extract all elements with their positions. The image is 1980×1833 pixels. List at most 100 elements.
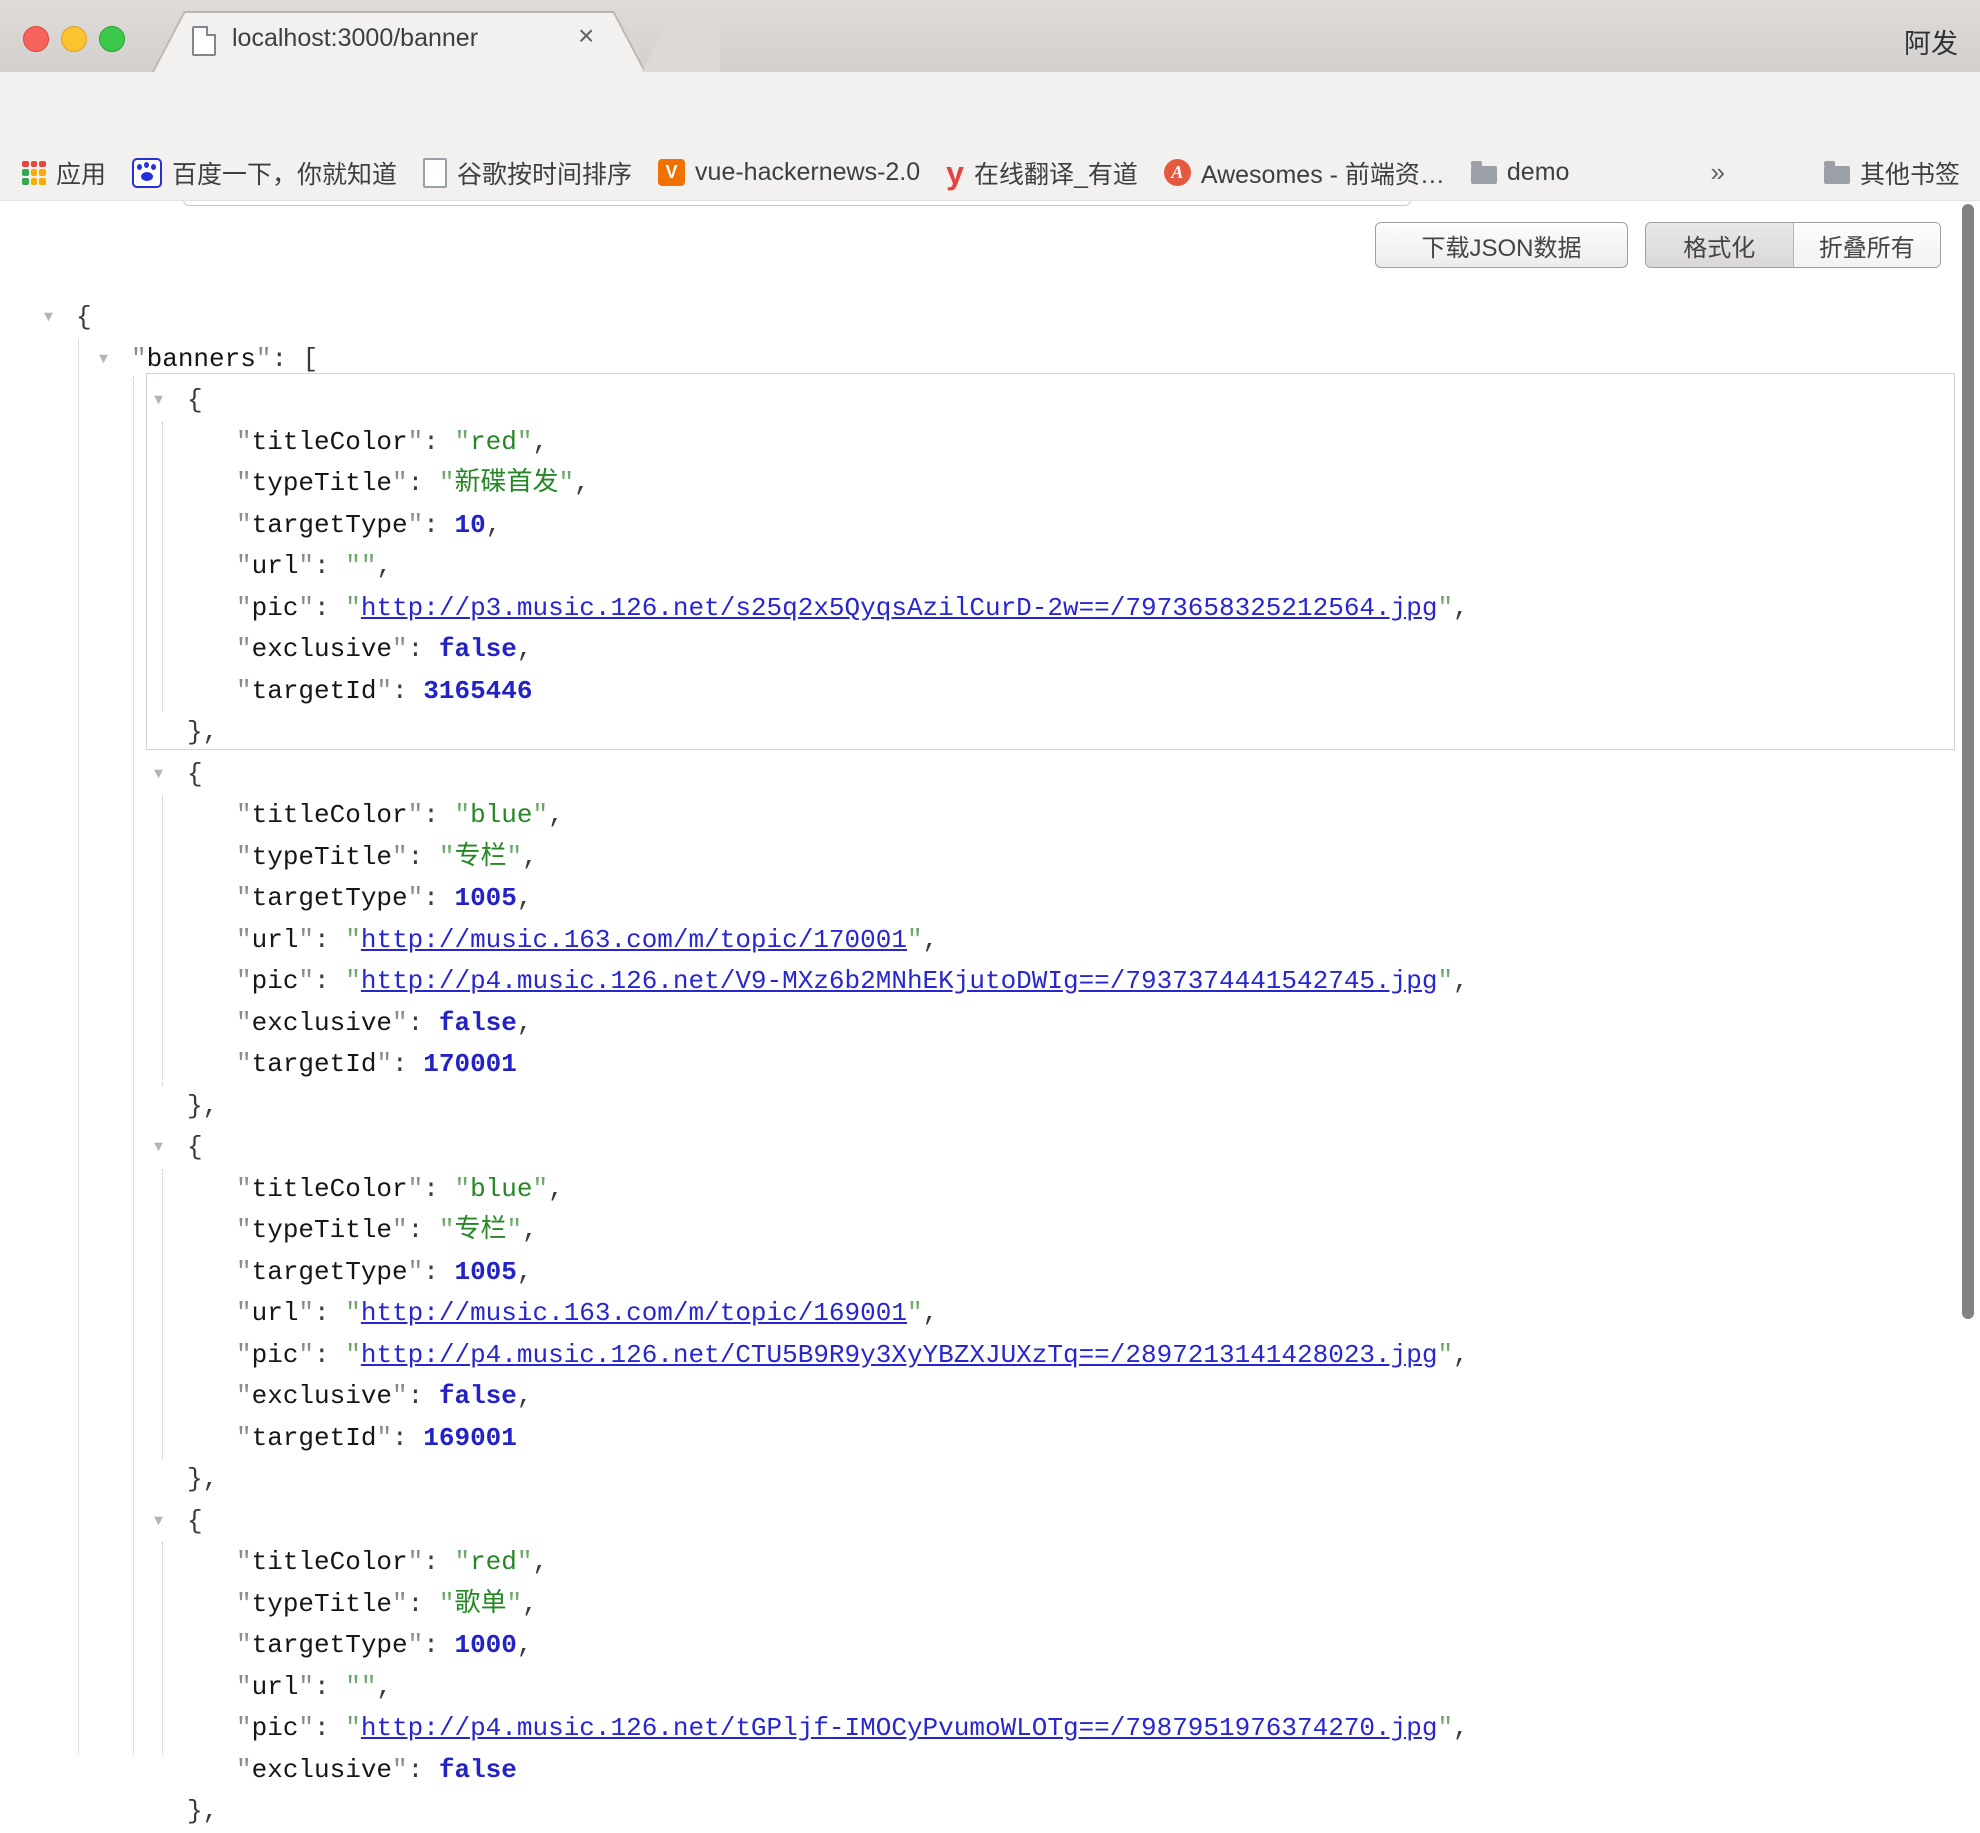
close-tab-icon[interactable]: × (578, 22, 594, 50)
json-property-line: "targetType": 1005, (0, 1252, 1980, 1294)
json-link[interactable]: http://music.163.com/m/topic/170001 (361, 925, 907, 955)
json-token: " (408, 510, 424, 540)
json-token: }, (187, 1796, 218, 1826)
json-property-line: "targetType": 1000, (0, 1625, 1980, 1667)
bookmark-awesomes[interactable]: A Awesomes - 前端资… (1164, 155, 1445, 191)
minimize-window-button[interactable] (61, 26, 87, 52)
bookmark-google-sort[interactable]: 谷歌按时间排序 (423, 155, 632, 191)
json-value-string: red (470, 1547, 517, 1577)
json-token: " (236, 1049, 252, 1079)
bookmark-label: demo (1507, 158, 1570, 187)
collapse-toggle-icon[interactable]: ▼ (154, 1127, 163, 1169)
format-button[interactable]: 格式化 (1646, 223, 1794, 267)
json-token: " (454, 1547, 470, 1577)
json-token: { (187, 1132, 203, 1162)
json-link[interactable]: http://p4.music.126.net/CTU5B9R9y3XyYBZX… (361, 1340, 1438, 1370)
json-token: , (548, 1174, 564, 1204)
view-mode-group: 格式化 折叠所有 (1645, 222, 1941, 268)
json-key: pic (252, 593, 299, 623)
json-key: typeTitle (252, 1215, 392, 1245)
other-bookmarks[interactable]: 其他书签 (1824, 155, 1960, 191)
json-token: " (392, 842, 408, 872)
json-property-line: "typeTitle": "专栏", (0, 1210, 1980, 1252)
json-token: " (439, 468, 455, 498)
json-token: " (236, 1423, 252, 1453)
json-value-number: 1005 (454, 883, 516, 913)
json-key: url (252, 551, 299, 581)
json-token: , (522, 842, 538, 872)
json-token: " (236, 925, 252, 955)
json-object-open: ▼{ (0, 754, 1980, 796)
json-key: typeTitle (252, 842, 392, 872)
json-token: " (298, 1340, 314, 1370)
json-token: " (907, 925, 923, 955)
json-token: " (236, 1589, 252, 1619)
json-tree: ▼{▼"banners": [▼{"titleColor": "red","ty… (0, 297, 1980, 1833)
folder-icon (1824, 166, 1850, 184)
new-tab-button[interactable] (642, 14, 720, 72)
json-link[interactable]: http://p4.music.126.net/V9-MXz6b2MNhEKju… (361, 966, 1438, 996)
json-token: " (408, 1547, 424, 1577)
collapse-toggle-icon[interactable]: ▼ (154, 1501, 163, 1543)
json-token: : (408, 468, 439, 498)
bookmark-demo-folder[interactable]: demo (1471, 158, 1570, 187)
json-token: : (423, 510, 454, 540)
json-property-line: "typeTitle": "专栏", (0, 837, 1980, 879)
scrollbar-thumb[interactable] (1962, 204, 1974, 1319)
json-link[interactable]: http://music.163.com/m/topic/169001 (361, 1298, 907, 1328)
json-token: " (256, 344, 272, 374)
json-key: exclusive (252, 1008, 392, 1038)
json-token: " (298, 593, 314, 623)
json-value-number: 1005 (454, 1257, 516, 1287)
json-link[interactable]: http://p3.music.126.net/s25q2x5QyqsAzilC… (361, 593, 1438, 623)
json-token: " (533, 1174, 549, 1204)
bookmarks-overflow-icon[interactable]: » (1711, 157, 1725, 188)
json-token: " (345, 1298, 361, 1328)
json-token: : (408, 1589, 439, 1619)
json-banners-line: ▼"banners": [ (0, 339, 1980, 381)
collapse-toggle-icon[interactable]: ▼ (154, 380, 163, 422)
json-root-open: ▼{ (0, 297, 1980, 339)
bookmark-youdao[interactable]: y 在线翻译_有道 (946, 155, 1138, 191)
json-token: : (423, 883, 454, 913)
json-property-line: "pic": "http://p3.music.126.net/s25q2x5Q… (0, 588, 1980, 630)
browser-toolbar: ← → ↻ i localhost:3000/banner ☆ V 英 en F… (0, 72, 1980, 145)
bookmark-baidu[interactable]: 百度一下，你就知道 (132, 155, 397, 191)
close-window-button[interactable] (23, 26, 49, 52)
json-object-close: }, (0, 712, 1980, 754)
json-token: : (408, 1755, 439, 1785)
json-token: " (1437, 1340, 1453, 1370)
bookmark-label: 应用 (56, 155, 106, 191)
collapse-toggle-icon[interactable]: ▼ (44, 297, 53, 339)
json-token: , (1453, 966, 1469, 996)
json-token: " (517, 1547, 533, 1577)
json-object-close: }, (0, 1459, 1980, 1501)
maximize-window-button[interactable] (99, 26, 125, 52)
bookmark-vue-hackernews[interactable]: V vue-hackernews-2.0 (658, 158, 920, 187)
bookmark-label: 谷歌按时间排序 (457, 155, 632, 191)
json-key: pic (252, 1713, 299, 1743)
json-token: " (392, 1215, 408, 1245)
profile-name[interactable]: 阿发 (1904, 22, 1958, 61)
json-property-line: "pic": "http://p4.music.126.net/CTU5B9R9… (0, 1335, 1980, 1377)
json-link[interactable]: http://p4.music.126.net/tGPljf-IMOCyPvum… (361, 1713, 1438, 1743)
json-property-line: "titleColor": "red", (0, 422, 1980, 464)
collapse-toggle-icon[interactable]: ▼ (154, 754, 163, 796)
bookmark-apps[interactable]: 应用 (22, 155, 106, 191)
json-token: , (517, 1257, 533, 1287)
collapse-all-button[interactable]: 折叠所有 (1794, 223, 1941, 267)
json-token: " (559, 468, 575, 498)
download-json-button[interactable]: 下载JSON数据 (1375, 222, 1628, 268)
collapse-toggle-icon[interactable]: ▼ (99, 339, 108, 381)
json-token: : (392, 1049, 423, 1079)
json-token: " (236, 1630, 252, 1660)
json-token: " (408, 1630, 424, 1660)
json-token: " (408, 1174, 424, 1204)
page-icon (423, 158, 447, 188)
json-key: banners (147, 344, 256, 374)
json-key: titleColor (252, 1174, 408, 1204)
json-token: { (187, 759, 203, 789)
json-token: " (439, 1215, 455, 1245)
json-token: , (1453, 593, 1469, 623)
json-token: " (907, 1298, 923, 1328)
